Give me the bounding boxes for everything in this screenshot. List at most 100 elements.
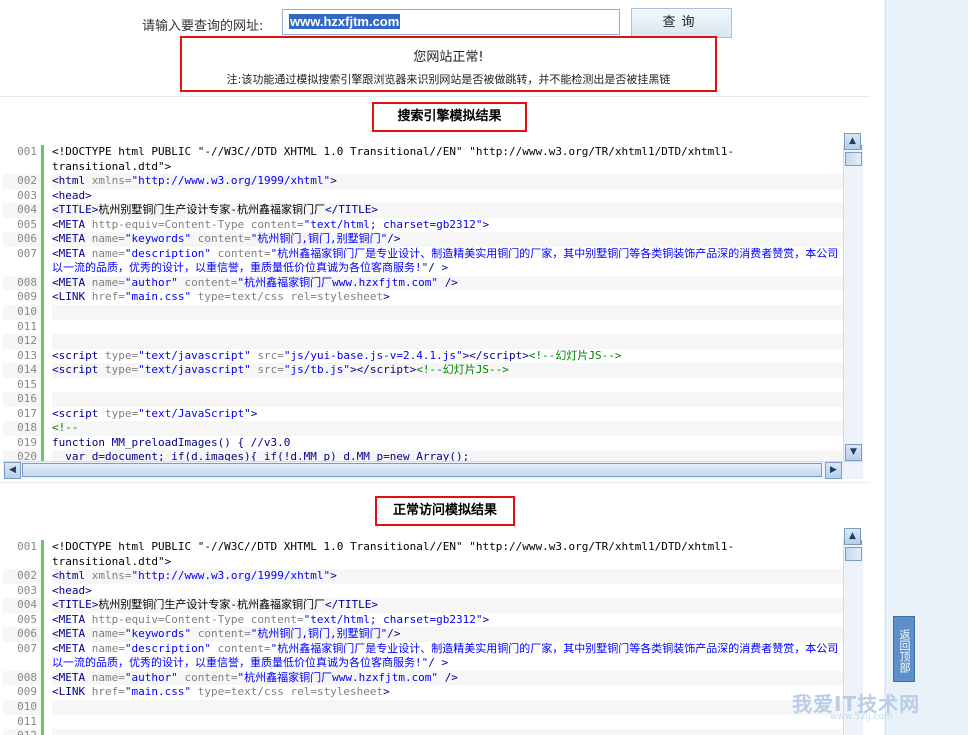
vertical-scrollbar[interactable]: ▲ ▼: [843, 145, 863, 461]
code-line: 007 <META name="description" content="杭州鑫…: [3, 246, 843, 276]
gutter-bar: [41, 421, 44, 436]
line-number: 009: [3, 290, 41, 306]
url-input[interactable]: www.hzxfjtm.com: [282, 9, 620, 35]
horizontal-scrollbar[interactable]: ◀ ▶: [3, 461, 863, 479]
scroll-up-button[interactable]: ▲: [844, 133, 861, 150]
code-text: <META name="description" content="杭州鑫福家铜…: [52, 246, 843, 276]
code-line: 014 <script type="text/javascript" src="j…: [3, 363, 843, 378]
code-line: 004 <TITLE>杭州别墅铜门生产设计专家-杭州鑫福家铜门厂</TITLE>: [3, 598, 843, 613]
gutter-bar: [41, 569, 44, 584]
code-line: 018 <!--: [3, 421, 843, 436]
line-number: 002: [3, 569, 41, 584]
line-number: 010: [3, 305, 41, 320]
code-line: 016: [3, 392, 843, 407]
section-title-search-engine: 搜索引擎模拟结果: [372, 102, 527, 132]
line-number: 014: [3, 363, 41, 378]
watermark-url: www.52ij.com: [830, 712, 893, 722]
gutter-bar: [41, 583, 44, 599]
line-number: 011: [3, 319, 41, 335]
code-line: 013 <script type="text/javascript" src="j…: [3, 348, 843, 364]
line-number: 005: [3, 217, 41, 233]
code-line: 011: [3, 319, 843, 335]
line-number: 001: [3, 145, 41, 175]
status-title: 您网站正常!: [413, 50, 484, 65]
code-text: <head>: [52, 583, 843, 599]
separator-line: [0, 96, 870, 97]
code-text: <META http-equiv=Content-Type content="t…: [52, 612, 843, 628]
code-line: 006 <META name="keywords" content="杭州铜门,铜…: [3, 232, 843, 247]
gutter-bar: [41, 450, 44, 461]
gutter-bar: [41, 217, 44, 233]
line-number: 008: [3, 670, 41, 686]
code-text: [52, 700, 843, 715]
code-text: <META name="keywords" content="杭州铜门,铜门,别…: [52, 232, 843, 247]
line-number: 011: [3, 714, 41, 730]
gutter-bar: [41, 188, 44, 204]
code-line: 017 <script type="text/JavaScript">: [3, 406, 843, 422]
right-divider: [885, 0, 886, 735]
code-line: 008 <META name="author" content="杭州鑫福家铜门厂…: [3, 275, 843, 291]
code-line: 009 <LINK href="main.css" type=text/css r…: [3, 290, 843, 306]
query-label: 请输入要查询的网址:: [142, 19, 264, 34]
line-number: 003: [3, 583, 41, 599]
gutter-bar: [41, 612, 44, 628]
line-number: 018: [3, 421, 41, 436]
code-panel-search-engine: 001 <!DOCTYPE html PUBLIC "-//W3C//DTD XH…: [3, 145, 863, 461]
code-line: 012: [3, 729, 843, 735]
scroll-left-icon[interactable]: ◀: [4, 462, 21, 479]
gutter-bar: [41, 275, 44, 291]
code-text: [52, 714, 843, 730]
gutter-bar: [41, 598, 44, 613]
scroll-thumb[interactable]: [845, 547, 862, 561]
scroll-down-icon[interactable]: ▼: [845, 444, 862, 461]
code-line: 010: [3, 305, 843, 320]
line-number: 012: [3, 334, 41, 349]
code-line: 006 <META name="keywords" content="杭州铜门,铜…: [3, 627, 843, 642]
code-text: function MM_preloadImages() { //v3.0: [52, 435, 843, 451]
code-line: 012: [3, 334, 843, 349]
code-text: <LINK href="main.css" type=text/css rel=…: [52, 290, 843, 306]
gutter-bar: [41, 377, 44, 393]
code-line: 020 var d=document; if(d.images){ if(!d.…: [3, 450, 843, 461]
code-text: [52, 305, 843, 320]
gutter-bar: [41, 729, 44, 735]
code-lines-normal-visit: 001 <!DOCTYPE html PUBLIC "-//W3C//DTD XH…: [3, 540, 843, 735]
back-to-top-label: 返回顶部: [898, 629, 911, 673]
gutter-bar: [41, 641, 44, 671]
gutter-bar: [41, 670, 44, 686]
code-line: 002 <html xmlns="http://www.w3.org/1999/x…: [3, 174, 843, 189]
code-text: [52, 377, 843, 393]
gutter-bar: [41, 290, 44, 306]
scroll-thumb[interactable]: [845, 152, 862, 166]
query-button[interactable]: 查询: [631, 8, 732, 38]
line-number: 007: [3, 246, 41, 276]
scroll-right-icon[interactable]: ▶: [825, 462, 842, 479]
gutter-bar: [41, 174, 44, 189]
line-number: 006: [3, 627, 41, 642]
gutter-bar: [41, 435, 44, 451]
line-number: 015: [3, 377, 41, 393]
back-to-top-button[interactable]: 返回顶部: [893, 616, 915, 682]
gutter-bar: [41, 363, 44, 378]
code-text: <TITLE>杭州别墅铜门生产设计专家-杭州鑫福家铜门厂</TITLE>: [52, 598, 843, 613]
code-line: 005 <META http-equiv=Content-Type content…: [3, 612, 843, 628]
code-text: <META http-equiv=Content-Type content="t…: [52, 217, 843, 233]
line-number: 008: [3, 275, 41, 291]
separator-line: [0, 482, 870, 483]
code-text: <html xmlns="http://www.w3.org/1999/xhtm…: [52, 569, 843, 584]
code-text: <html xmlns="http://www.w3.org/1999/xhtm…: [52, 174, 843, 189]
line-number: 005: [3, 612, 41, 628]
code-line: 001 <!DOCTYPE html PUBLIC "-//W3C//DTD XH…: [3, 145, 843, 175]
scroll-up-button[interactable]: ▲: [844, 528, 861, 545]
gutter-bar: [41, 145, 44, 175]
code-text: <META name="description" content="杭州鑫福家铜…: [52, 641, 843, 671]
section-title-normal-visit: 正常访问模拟结果: [375, 496, 515, 526]
code-line: 001 <!DOCTYPE html PUBLIC "-//W3C//DTD XH…: [3, 540, 843, 570]
query-row: 请输入要查询的网址: www.hzxfjtm.com 查询: [0, 8, 968, 39]
status-note: 注:该功能通过模拟搜索引擎跟浏览器来识别网站是否被做跳转，并不能检测出是否被挂黑…: [226, 73, 671, 86]
code-text: <META name="keywords" content="杭州铜门,铜门,别…: [52, 627, 843, 642]
code-line: 009 <LINK href="main.css" type=text/css r…: [3, 685, 843, 701]
horizontal-scroll-thumb[interactable]: [22, 463, 822, 477]
code-text: <script type="text/JavaScript">: [52, 406, 843, 422]
code-text: [52, 729, 843, 735]
